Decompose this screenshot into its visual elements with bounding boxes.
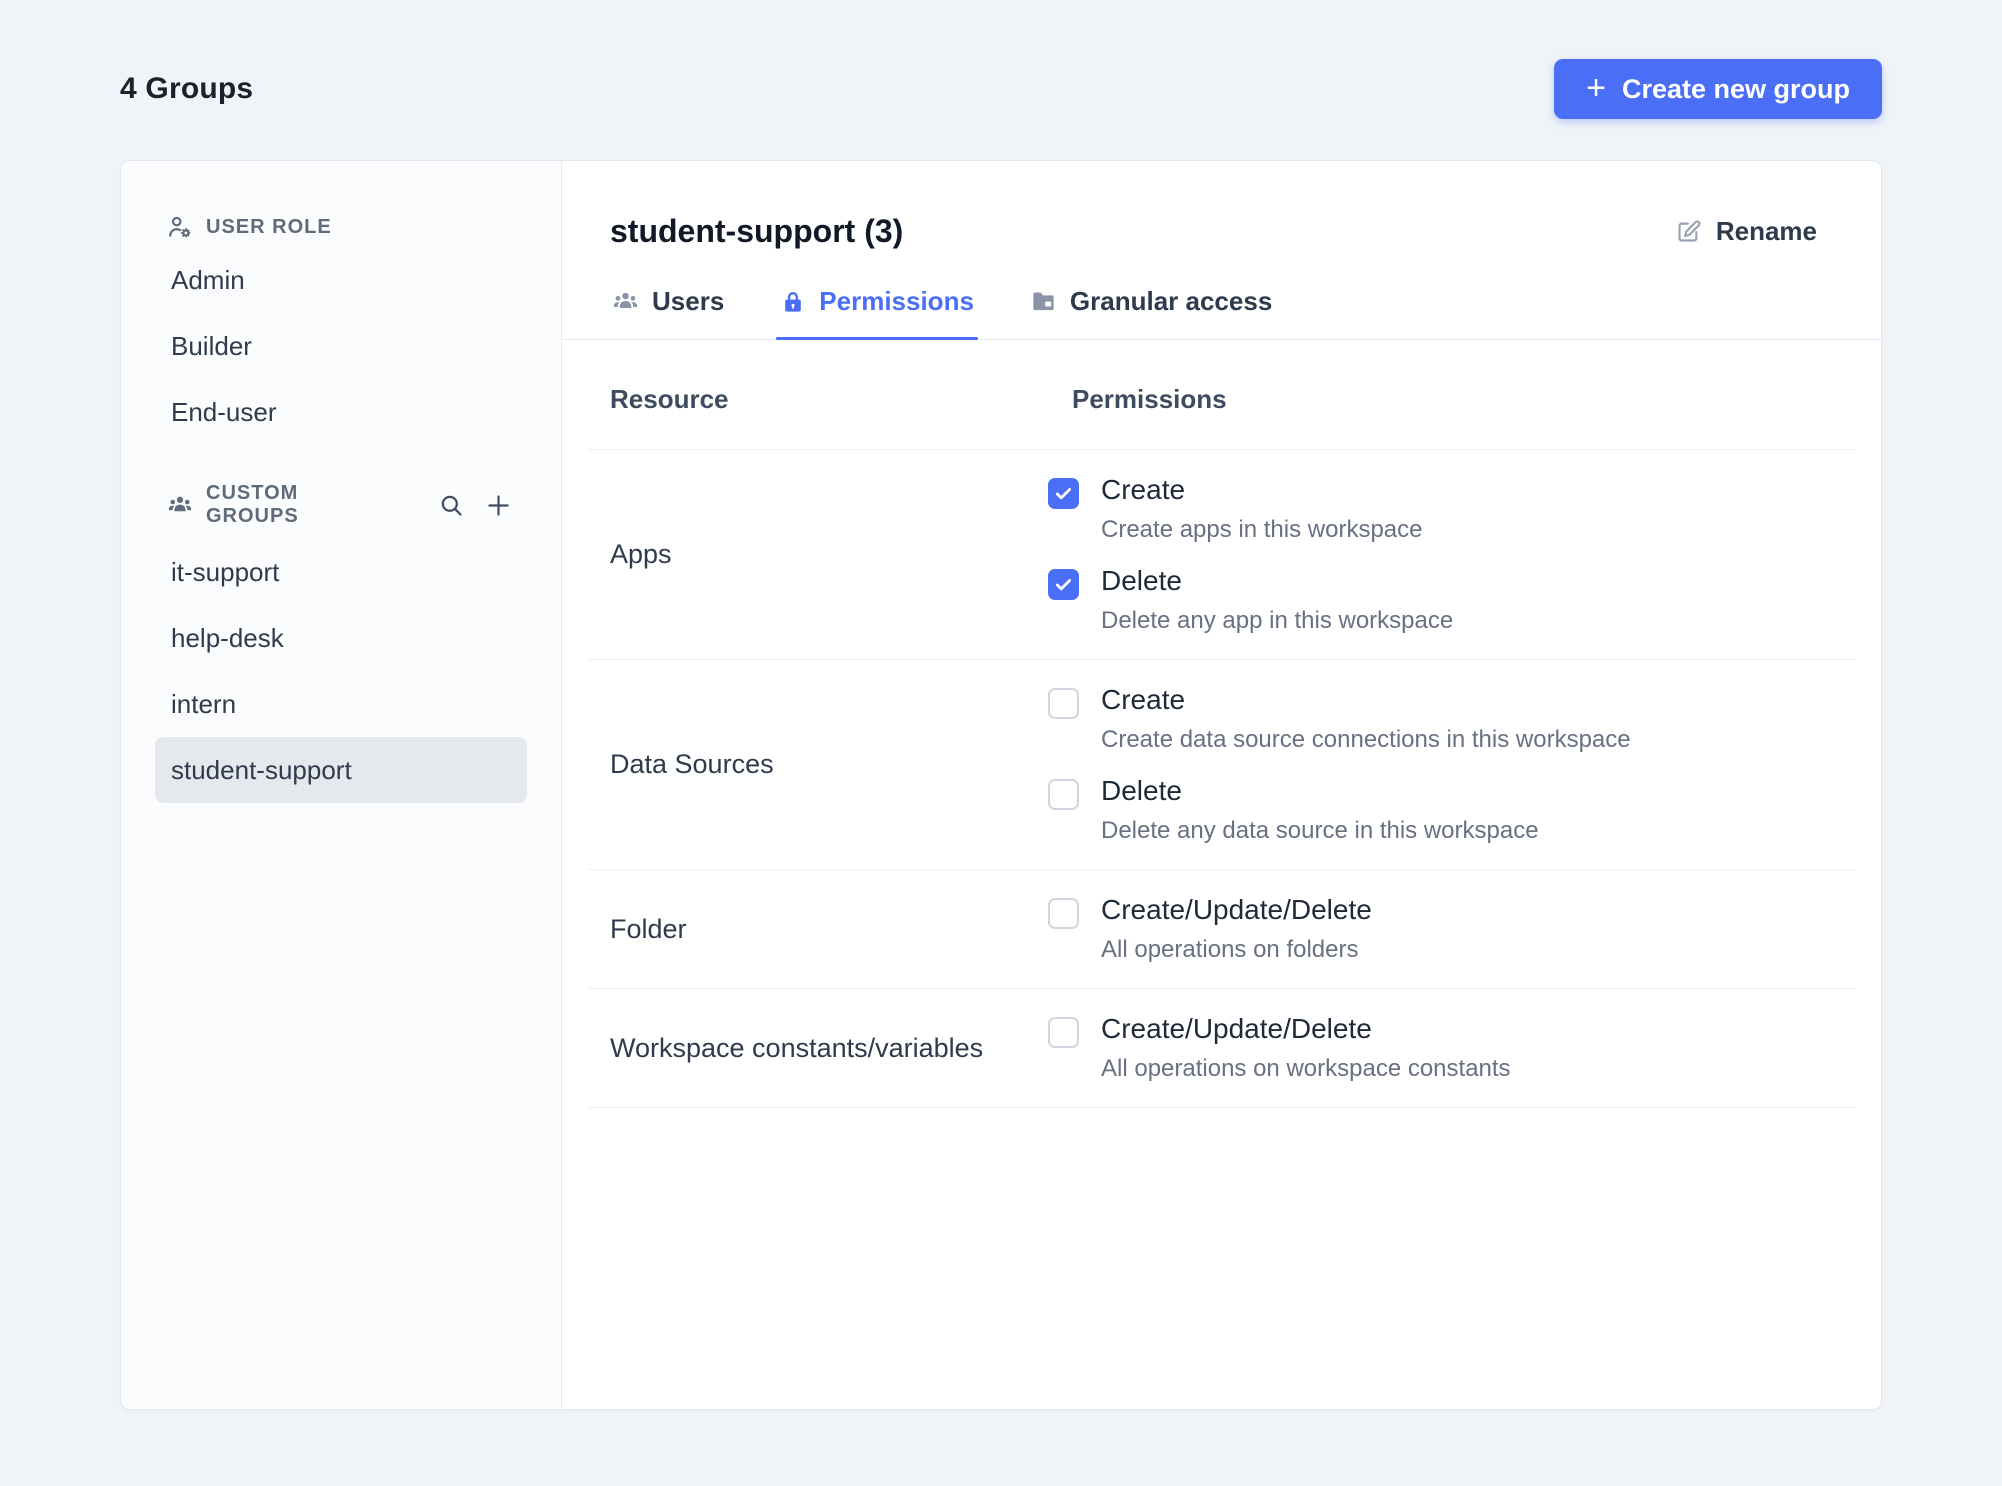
table-header-row: Resource Permissions	[588, 340, 1855, 450]
group-title: student-support (3)	[610, 213, 904, 249]
permission-description: Create data source connections in this w…	[1101, 726, 1631, 753]
sidebar-item-student-support[interactable]: student-support	[155, 737, 527, 803]
resource-label: Apps	[610, 539, 672, 569]
users-icon	[612, 288, 639, 315]
plus-icon	[484, 491, 513, 520]
permission-list: Create/Update/Delete All operations on w…	[1048, 1013, 1833, 1083]
sidebar-item-help-desk[interactable]: help-desk	[155, 605, 527, 671]
table-row-apps: Apps Create Create apps in this workspac…	[588, 450, 1855, 660]
permission-item: Create Create apps in this workspace	[1048, 474, 1833, 544]
resource-label: Data Sources	[610, 749, 774, 779]
sidebar-item-admin[interactable]: Admin	[155, 247, 527, 313]
permission-item: Delete Delete any app in this workspace	[1048, 565, 1833, 635]
resource-label: Folder	[610, 913, 687, 944]
permission-text: Create/Update/Delete All operations on w…	[1101, 1013, 1511, 1083]
tab-permissions-label: Permissions	[819, 286, 974, 316]
plus-icon: +	[1586, 68, 1606, 107]
user-role-header: USER ROLE	[155, 207, 527, 247]
permission-label: Create/Update/Delete	[1101, 1013, 1372, 1044]
table-row-workspace-constants: Workspace constants/variables Create/Upd…	[588, 989, 1855, 1108]
group-title-row: student-support (3) Rename	[562, 161, 1881, 250]
create-new-group-button[interactable]: + Create new group	[1554, 59, 1882, 119]
permission-text: Create Create apps in this workspace	[1101, 474, 1423, 544]
permission-label: Delete	[1101, 565, 1182, 596]
permission-item: Create/Update/Delete All operations on f…	[1048, 894, 1833, 964]
permission-list: Create Create data source connections in…	[1048, 684, 1833, 845]
data-sources-delete-checkbox[interactable]	[1048, 779, 1079, 810]
workspace-constants-create-update-delete-checkbox[interactable]	[1048, 1017, 1079, 1048]
folder-create-update-delete-checkbox[interactable]	[1048, 898, 1079, 929]
rename-button[interactable]: Rename	[1675, 216, 1817, 247]
search-groups-button[interactable]	[435, 488, 469, 522]
edit-pencil-icon	[1675, 218, 1702, 245]
permission-label: Create	[1101, 474, 1186, 505]
custom-groups-header-label: CUSTOM GROUPS	[206, 482, 299, 527]
tab-granular-access[interactable]: Granular access	[1028, 284, 1274, 339]
custom-groups-section: CUSTOM GROUPS it-support help-desk inter…	[155, 482, 527, 803]
tab-users[interactable]: Users	[610, 284, 726, 339]
user-group-icon	[167, 492, 193, 518]
create-new-group-label: Create new group	[1621, 73, 1850, 104]
permission-text: Delete Delete any data source in this wo…	[1101, 775, 1539, 845]
permission-item: Create Create data source connections in…	[1048, 684, 1833, 754]
sidebar-item-intern[interactable]: intern	[155, 671, 527, 737]
permission-item: Create/Update/Delete All operations on w…	[1048, 1013, 1833, 1083]
table-row-data-sources: Data Sources Create Create data source c…	[588, 660, 1855, 870]
tab-users-label: Users	[652, 286, 725, 316]
permission-description: All operations on folders	[1101, 936, 1359, 963]
sidebar-item-builder[interactable]: Builder	[155, 313, 527, 379]
custom-groups-header: CUSTOM GROUPS	[155, 482, 527, 527]
search-icon	[438, 492, 465, 519]
column-header-resource: Resource	[610, 384, 729, 414]
groups-page: 4 Groups + Create new group USER ROLE Ad…	[0, 0, 2002, 1410]
permission-description: All operations on workspace constants	[1101, 1055, 1511, 1082]
permissions-table: Resource Permissions Apps Create Create …	[588, 340, 1855, 1108]
user-role-section: USER ROLE Admin Builder End-user	[155, 207, 527, 445]
folder-icon	[1030, 288, 1057, 315]
tab-granular-access-label: Granular access	[1069, 286, 1273, 316]
page-title: 4 Groups	[120, 72, 254, 105]
data-sources-create-checkbox[interactable]	[1048, 688, 1079, 719]
permission-label: Delete	[1101, 775, 1182, 806]
permission-description: Create apps in this workspace	[1101, 516, 1423, 543]
user-role-header-label: USER ROLE	[206, 215, 332, 238]
groups-sidebar: USER ROLE Admin Builder End-user CUSTOM …	[121, 161, 562, 1409]
resource-label: Workspace constants/variables	[610, 1032, 984, 1063]
user-gear-icon	[167, 214, 193, 240]
permission-label: Create/Update/Delete	[1101, 894, 1372, 925]
column-header-permissions: Permissions	[1072, 384, 1227, 414]
add-group-button[interactable]	[481, 488, 515, 522]
tab-permissions[interactable]: Permissions	[776, 284, 978, 340]
permission-list: Create/Update/Delete All operations on f…	[1048, 894, 1833, 964]
check-icon	[1055, 579, 1072, 591]
permission-text: Delete Delete any app in this workspace	[1101, 565, 1453, 635]
permission-text: Create Create data source connections in…	[1101, 684, 1631, 754]
group-tabs: Users Permissions Granular access	[562, 284, 1881, 340]
topbar: 4 Groups + Create new group	[120, 58, 1882, 120]
permission-text: Create/Update/Delete All operations on f…	[1101, 894, 1372, 964]
lock-icon	[780, 289, 806, 315]
permission-item: Delete Delete any data source in this wo…	[1048, 775, 1833, 845]
table-row-folder: Folder Create/Update/Delete All operatio…	[588, 870, 1855, 989]
sidebar-item-it-support[interactable]: it-support	[155, 539, 527, 605]
group-detail-panel: student-support (3) Rename Users Permiss…	[562, 161, 1881, 1409]
groups-card: USER ROLE Admin Builder End-user CUSTOM …	[120, 160, 1882, 1410]
check-icon	[1055, 488, 1072, 500]
apps-create-checkbox[interactable]	[1048, 478, 1079, 509]
rename-label: Rename	[1715, 216, 1817, 246]
permission-description: Delete any data source in this workspace	[1101, 817, 1539, 844]
permission-list: Create Create apps in this workspace Del…	[1048, 474, 1833, 635]
sidebar-item-end-user[interactable]: End-user	[155, 379, 527, 445]
apps-delete-checkbox[interactable]	[1048, 569, 1079, 600]
permission-label: Create	[1101, 684, 1186, 715]
permission-description: Delete any app in this workspace	[1101, 607, 1454, 634]
